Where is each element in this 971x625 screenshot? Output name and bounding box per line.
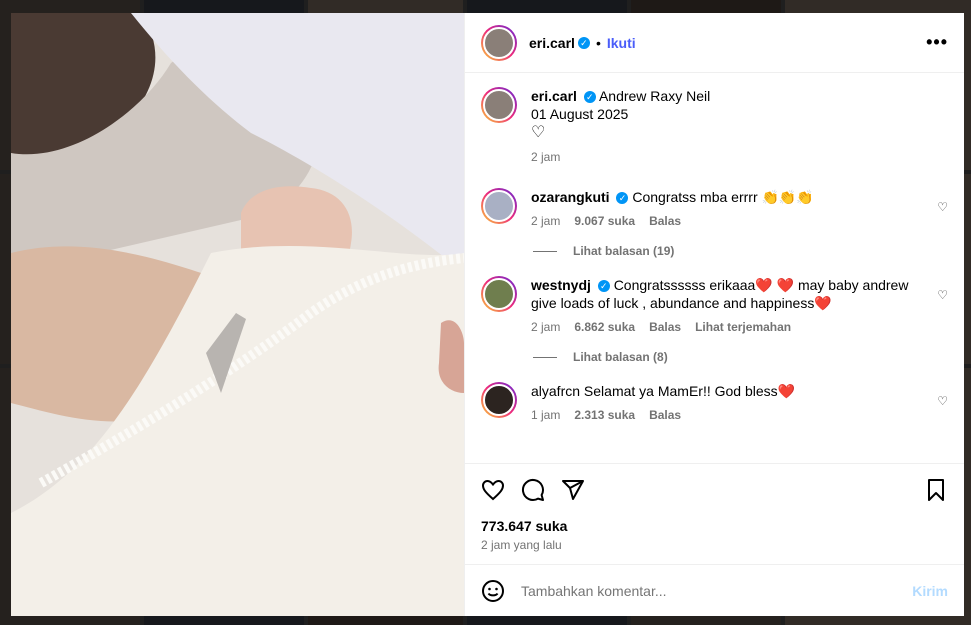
caption-meta: 2 jam (531, 150, 561, 164)
post-modal: eri.carl ✓ • Ikuti ••• eri.carl ✓ Andrew… (11, 13, 964, 616)
verified-icon: ✓ (583, 91, 596, 104)
more-icon[interactable]: ••• (926, 32, 948, 53)
view-replies[interactable]: Lihat balasan (8) (533, 350, 948, 364)
like-count[interactable]: 773.647 suka (481, 518, 948, 534)
caption-username[interactable]: eri.carl (531, 88, 577, 104)
comments-list[interactable]: eri.carl ✓ Andrew Raxy Neil 01 August 20… (465, 73, 964, 463)
follow-button[interactable]: Ikuti (607, 35, 636, 51)
add-comment-bar: Kirim (465, 564, 964, 616)
comment-meta: 1 jam 2.313 suka Balas (531, 406, 682, 424)
commenter-avatar[interactable] (481, 382, 517, 418)
verified-icon: ✓ (597, 280, 610, 293)
verified-icon: ✓ (577, 36, 590, 49)
heart-icon: ♡ (531, 124, 546, 141)
commenter-avatar[interactable] (481, 276, 517, 312)
comment: ozarangkuti ✓ Congratss mba errrr 👏👏👏 2 … (481, 188, 948, 230)
comment-text: Congratss mba errrr 👏👏👏 (632, 189, 814, 205)
comment: westnydj ✓ Congratssssss erikaaa❤️ ❤️ ma… (481, 276, 948, 336)
commenter-avatar[interactable] (481, 188, 517, 224)
caption: eri.carl ✓ Andrew Raxy Neil 01 August 20… (481, 87, 948, 166)
author-username[interactable]: eri.carl (529, 35, 575, 51)
post-panel: eri.carl ✓ • Ikuti ••• eri.carl ✓ Andrew… (464, 13, 964, 616)
post-actions: 773.647 suka 2 jam yang lalu (465, 463, 964, 552)
share-icon[interactable] (561, 478, 585, 502)
heart-icon[interactable] (481, 478, 505, 502)
comment-likes[interactable]: 6.862 suka (574, 318, 635, 336)
comment-likes[interactable]: 9.067 suka (574, 212, 635, 230)
bookmark-icon[interactable] (924, 478, 948, 502)
comment-meta: 2 jam 6.862 suka Balas Lihat terjemahan (531, 318, 792, 336)
post-comment-button[interactable]: Kirim (912, 583, 948, 599)
author-avatar[interactable] (481, 87, 517, 123)
emoji-icon[interactable] (481, 579, 505, 603)
comment-input[interactable] (521, 582, 913, 599)
comment-meta: 2 jam 9.067 suka Balas (531, 212, 682, 230)
post-header: eri.carl ✓ • Ikuti ••• (465, 13, 964, 73)
view-replies[interactable]: Lihat balasan (19) (533, 244, 948, 258)
translate-button[interactable]: Lihat terjemahan (695, 318, 791, 336)
comment: alyafrcn Selamat ya MamEr!! God bless❤️ … (481, 382, 948, 424)
post-photo (11, 13, 464, 616)
reply-button[interactable]: Balas (649, 318, 681, 336)
post-time: 2 jam yang lalu (481, 538, 562, 552)
like-comment-icon[interactable]: ♡ (937, 200, 948, 214)
comment-text: Selamat ya MamEr!! God bless❤️ (583, 383, 796, 399)
like-comment-icon[interactable]: ♡ (937, 288, 948, 302)
like-comment-icon[interactable]: ♡ (937, 394, 948, 408)
comment-likes[interactable]: 2.313 suka (574, 406, 635, 424)
comment-username[interactable]: alyafrcn (531, 383, 580, 399)
comment-username[interactable]: westnydj (531, 277, 591, 293)
author-avatar[interactable] (481, 24, 517, 61)
caption-text: eri.carl ✓ Andrew Raxy Neil 01 August 20… (531, 87, 948, 166)
comment-username[interactable]: ozarangkuti (531, 189, 610, 205)
verified-icon: ✓ (616, 192, 629, 205)
separator-dot: • (595, 34, 601, 51)
reply-button[interactable]: Balas (649, 406, 681, 424)
comment-icon[interactable] (521, 478, 545, 502)
reply-button[interactable]: Balas (649, 212, 681, 230)
